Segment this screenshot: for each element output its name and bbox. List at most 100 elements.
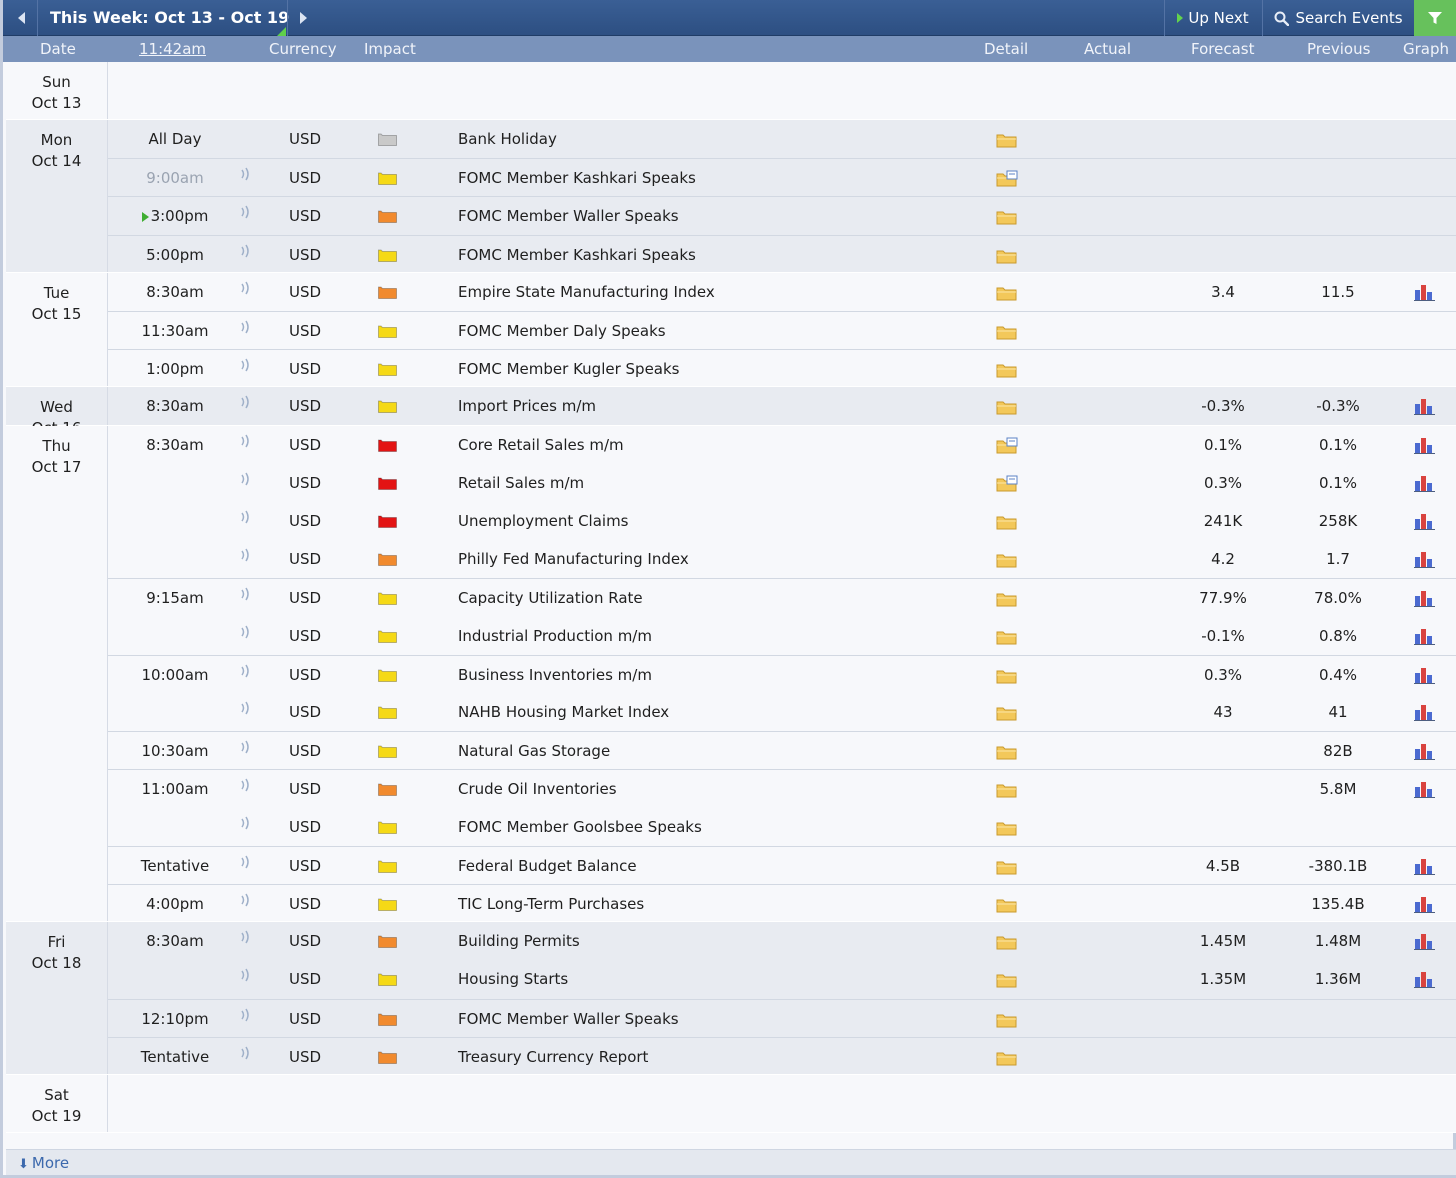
graph-icon[interactable] (1414, 847, 1438, 885)
folder-icon[interactable] (996, 732, 1020, 770)
event-title[interactable]: Building Permits (458, 922, 580, 960)
event-title[interactable]: FOMC Member Waller Speaks (458, 1000, 679, 1038)
event-title[interactable]: Capacity Utilization Rate (458, 579, 643, 617)
sound-alert-icon[interactable] (236, 1038, 256, 1076)
event-row[interactable]: 10:30am USD Natural Gas Storage 82B (108, 731, 1456, 769)
sound-alert-icon[interactable] (236, 770, 256, 808)
graph-icon[interactable] (1414, 960, 1438, 998)
folder-icon[interactable] (996, 273, 1020, 311)
event-row[interactable]: 8:30am USD Empire State Manufacturing Inde… (108, 273, 1456, 311)
event-title[interactable]: FOMC Member Goolsbee Speaks (458, 808, 702, 846)
sound-alert-icon[interactable] (236, 693, 256, 731)
sound-alert-icon[interactable] (236, 312, 256, 350)
event-row[interactable]: USD Unemployment Claims 241K 258K (108, 502, 1456, 540)
event-title[interactable]: Unemployment Claims (458, 502, 629, 540)
event-title[interactable]: Bank Holiday (458, 120, 557, 158)
graph-icon[interactable] (1414, 693, 1438, 731)
folder-icon[interactable] (996, 656, 1020, 694)
sound-alert-icon[interactable] (236, 960, 256, 998)
folder-icon[interactable] (996, 350, 1020, 388)
folder-icon[interactable] (996, 770, 1020, 808)
event-title[interactable]: Import Prices m/m (458, 387, 596, 425)
folder-icon[interactable] (996, 1000, 1020, 1038)
graph-icon[interactable] (1414, 770, 1438, 808)
sound-alert-icon[interactable] (236, 922, 256, 960)
event-row[interactable]: 11:30am USD FOMC Member Daly Speaks (108, 310, 1456, 350)
folder-icon[interactable] (996, 847, 1020, 885)
sound-alert-icon[interactable] (236, 656, 256, 694)
folder-icon[interactable] (996, 236, 1020, 274)
sound-alert-icon[interactable] (236, 1000, 256, 1038)
up-next-button[interactable]: Up Next (1164, 0, 1261, 36)
graph-icon[interactable] (1414, 885, 1438, 923)
event-row[interactable]: USD Housing Starts 1.35M 1.36M (108, 960, 1456, 998)
event-row[interactable]: 3:00pm USD FOMC Member Waller Speaks (108, 196, 1456, 234)
sound-alert-icon[interactable] (236, 197, 256, 235)
event-row[interactable]: USD Retail Sales m/m 0.3% 0.1% (108, 464, 1456, 502)
graph-icon[interactable] (1414, 579, 1438, 617)
event-title[interactable]: NAHB Housing Market Index (458, 693, 669, 731)
graph-icon[interactable] (1414, 273, 1438, 311)
previous-week-button[interactable] (6, 0, 38, 36)
sound-alert-icon[interactable] (236, 579, 256, 617)
sound-alert-icon[interactable] (236, 502, 256, 540)
sound-alert-icon[interactable] (236, 159, 256, 197)
event-title[interactable]: Core Retail Sales m/m (458, 426, 624, 464)
sound-alert-icon[interactable] (236, 885, 256, 923)
folder-icon[interactable] (996, 120, 1020, 158)
event-row[interactable]: 8:30am USD Import Prices m/m -0.3% -0.3% (108, 387, 1456, 425)
sound-alert-icon[interactable] (236, 847, 256, 885)
graph-icon[interactable] (1414, 387, 1438, 425)
event-title[interactable]: Federal Budget Balance (458, 847, 637, 885)
event-row[interactable]: 5:00pm USD FOMC Member Kashkari Speaks (108, 234, 1456, 274)
graph-icon[interactable] (1414, 540, 1438, 578)
event-title[interactable]: Industrial Production m/m (458, 617, 652, 655)
folder-icon[interactable] (996, 1038, 1020, 1076)
event-row[interactable]: Tentative USD Treasury Currency Report (108, 1036, 1456, 1076)
event-title[interactable]: TIC Long-Term Purchases (458, 885, 644, 923)
week-title[interactable]: This Week: Oct 13 - Oct 19 (50, 0, 289, 36)
filter-button[interactable] (1414, 0, 1456, 36)
event-row[interactable]: USD NAHB Housing Market Index 43 41 (108, 693, 1456, 731)
event-title[interactable]: Housing Starts (458, 960, 568, 998)
event-row[interactable]: 9:15am USD Capacity Utilization Rate 77.9% 7… (108, 578, 1456, 616)
event-row[interactable]: All Day USD Bank Holiday (108, 120, 1456, 158)
sound-alert-icon[interactable] (236, 273, 256, 311)
folder-news-icon[interactable] (996, 426, 1020, 464)
event-title[interactable]: Treasury Currency Report (458, 1038, 648, 1076)
event-title[interactable]: FOMC Member Waller Speaks (458, 197, 679, 235)
event-row[interactable]: 4:00pm USD TIC Long-Term Purchases 135.4B (108, 883, 1456, 923)
folder-icon[interactable] (996, 617, 1020, 655)
event-row[interactable]: 8:30am USD Core Retail Sales m/m 0.1% 0.1% (108, 426, 1456, 464)
folder-icon[interactable] (996, 960, 1020, 998)
folder-icon[interactable] (996, 693, 1020, 731)
folder-icon[interactable] (996, 808, 1020, 846)
event-row[interactable]: USD Philly Fed Manufacturing Index 4.2 1.7 (108, 540, 1456, 578)
event-title[interactable]: Crude Oil Inventories (458, 770, 617, 808)
sound-alert-icon[interactable] (236, 350, 256, 388)
folder-icon[interactable] (996, 387, 1020, 425)
event-row[interactable]: USD Industrial Production m/m -0.1% 0.8% (108, 617, 1456, 655)
event-title[interactable]: Empire State Manufacturing Index (458, 273, 715, 311)
event-title[interactable]: Retail Sales m/m (458, 464, 584, 502)
graph-icon[interactable] (1414, 922, 1438, 960)
event-title[interactable]: Philly Fed Manufacturing Index (458, 540, 689, 578)
folder-icon[interactable] (996, 922, 1020, 960)
sound-alert-icon[interactable] (236, 732, 256, 770)
graph-icon[interactable] (1414, 502, 1438, 540)
event-row[interactable]: USD FOMC Member Goolsbee Speaks (108, 808, 1456, 846)
folder-icon[interactable] (996, 312, 1020, 350)
graph-icon[interactable] (1414, 732, 1438, 770)
search-events-button[interactable]: Search Events (1262, 0, 1414, 36)
event-row[interactable]: 8:30am USD Building Permits 1.45M 1.48M (108, 922, 1456, 960)
event-row[interactable]: 9:00am USD FOMC Member Kashkari Speaks (108, 158, 1456, 196)
next-week-button[interactable] (287, 0, 319, 36)
event-row[interactable]: 11:00am USD Crude Oil Inventories 5.8M (108, 769, 1456, 807)
event-title[interactable]: Natural Gas Storage (458, 732, 610, 770)
folder-icon[interactable] (996, 540, 1020, 578)
event-title[interactable]: FOMC Member Kashkari Speaks (458, 236, 696, 274)
event-row[interactable]: Tentative USD Federal Budget Balance 4.5B -3… (108, 845, 1456, 885)
sound-alert-icon[interactable] (236, 540, 256, 578)
graph-icon[interactable] (1414, 464, 1438, 502)
folder-icon[interactable] (996, 885, 1020, 923)
